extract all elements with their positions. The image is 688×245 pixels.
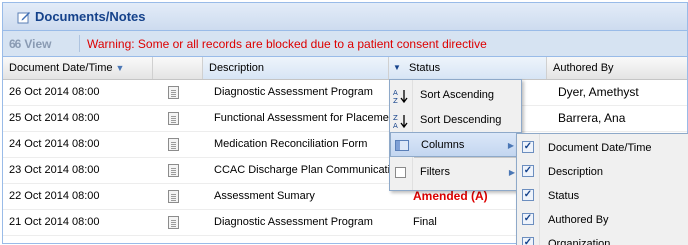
submenu-arrow-icon: ▶ [508,168,515,177]
menu-item-label: Columns [421,139,465,151]
row-description: Diagnostic Assessment Program [214,86,373,98]
checkbox-checked-icon[interactable]: ✓ [522,213,534,225]
menu-separator [414,157,518,158]
document-icon[interactable] [168,164,188,178]
binoculars-icon: 66 [9,36,21,51]
column-toggle-authored-by[interactable]: ✓ Authored By [517,208,688,232]
document-icon[interactable] [168,112,188,126]
row-description: CCAC Discharge Plan Communication [214,164,392,176]
svg-text:Z: Z [393,114,398,122]
filter-checkbox-icon[interactable] [395,167,406,178]
toolbar: 66 View Warning: Some or all records are… [3,31,687,57]
column-header-authored-by-label: Authored By [553,62,614,74]
svg-text:Z: Z [393,97,398,104]
menu-item-label: Filters [420,166,450,178]
column-header-icon[interactable] [153,57,203,79]
sort-descending-icon: ZA [393,113,409,130]
row-author: Dyer, Amethyst [558,85,639,99]
row-description: Diagnostic Assessment Program [214,216,373,228]
checkbox-checked-icon[interactable]: ✓ [522,165,534,177]
menu-item-sort-ascending[interactable]: AZ Sort Ascending [390,83,521,108]
toolbar-separator [79,35,80,52]
column-toggle-label: Description [548,166,604,178]
column-toggle-label: Document Date/Time [548,142,652,154]
menu-item-label: Sort Ascending [420,89,494,101]
checkbox-checked-icon[interactable]: ✓ [522,189,534,201]
column-toggle-label: Status [548,190,580,202]
row-date: 23 Oct 2014 08:00 [9,164,100,176]
row-author: Barrera, Ana [558,111,626,125]
table-row[interactable]: 25 Oct 2014 08:00 Functional Assessment … [3,106,687,132]
row-date: 22 Oct 2014 08:00 [9,190,100,202]
row-description: Functional Assessment for Placement [214,112,392,124]
column-toggle-organization[interactable]: ✓ Organization [517,232,688,245]
column-toggle-label: Organization [548,238,611,245]
column-toggle-document-date[interactable]: ✓ Document Date/Time [517,136,688,160]
columns-submenu: ✓ Document Date/Time ✓ Description ✓ Sta… [516,133,688,245]
checkbox-checked-icon[interactable]: ✓ [522,141,534,153]
column-context-menu: AZ Sort Ascending ZA Sort Descending Col… [389,79,522,191]
sort-ascending-icon: AZ [393,88,409,105]
columns-icon [395,140,409,151]
column-toggle-status[interactable]: ✓ Status [517,184,688,208]
row-description: Medication Reconciliation Form [214,138,368,150]
menu-item-columns[interactable]: Columns ▶ [390,132,521,157]
svg-text:A: A [393,89,398,97]
row-description: Assessment Sumary [214,190,315,202]
sort-down-icon: ▼ [115,63,125,73]
menu-item-sort-descending[interactable]: ZA Sort Descending [390,108,521,133]
column-header-authored-by[interactable]: Authored By [547,57,687,79]
column-header-description-label: Description [209,62,265,74]
panel-title: Documents/Notes [35,9,146,24]
table-row[interactable]: 26 Oct 2014 08:00 Diagnostic Assessment … [3,80,687,106]
column-header-status-label: Status [409,62,441,74]
submenu-arrow-icon: ▶ [507,141,514,150]
edit-document-icon [17,10,31,27]
document-icon[interactable] [168,138,188,152]
column-toggle-label: Authored By [548,214,609,226]
document-icon[interactable] [168,86,188,100]
column-header-date[interactable]: Document Date/Time ▼ [3,57,153,79]
column-menu-trigger-icon[interactable]: ▼ [389,57,405,79]
row-date: 26 Oct 2014 08:00 [9,86,100,98]
row-date: 25 Oct 2014 08:00 [9,112,100,124]
panel-titlebar: Documents/Notes [3,3,687,31]
grid-header: Document Date/Time ▼ Description Status A… [3,57,687,80]
view-button[interactable]: 66 View [9,35,52,52]
menu-item-filters[interactable]: Filters ▶ [390,160,521,185]
column-toggle-description[interactable]: ✓ Description [517,160,688,184]
svg-text:A: A [393,122,398,129]
row-date: 21 Oct 2014 08:00 [9,216,100,228]
column-header-status[interactable]: Status [389,57,547,79]
menu-item-label: Sort Descending [420,114,502,126]
column-header-date-label: Document Date/Time [9,62,113,74]
column-header-description[interactable]: Description [203,57,389,79]
consent-warning: Warning: Some or all records are blocked… [87,37,487,51]
row-date: 24 Oct 2014 08:00 [9,138,100,150]
view-button-label: View [24,36,52,51]
document-icon[interactable] [168,190,188,204]
document-icon[interactable] [168,216,188,230]
